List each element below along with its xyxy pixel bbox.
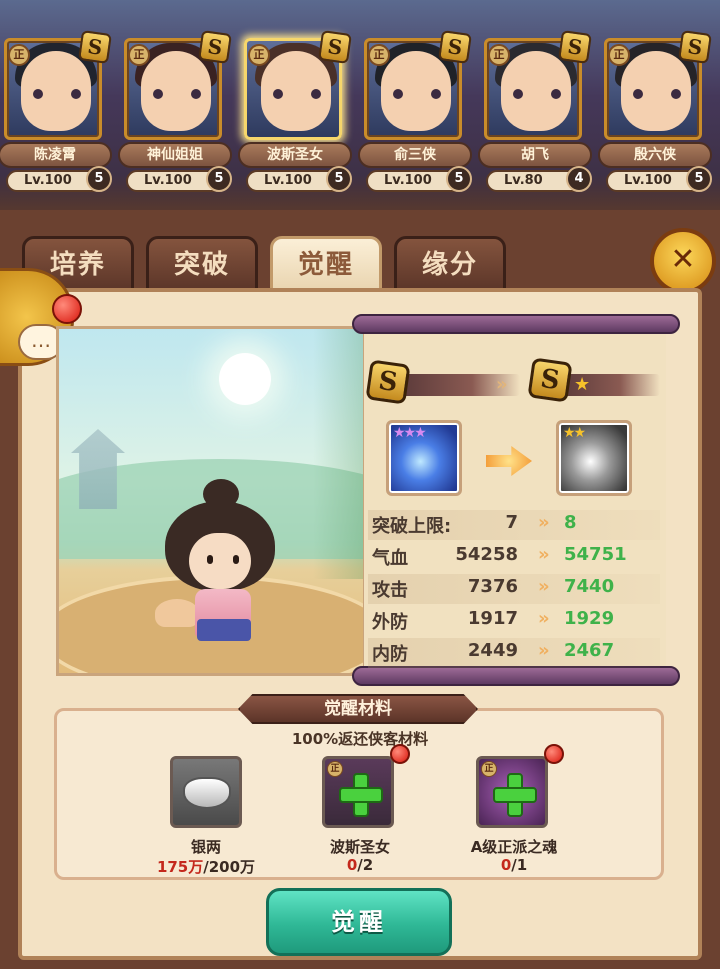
hero-star-count: 5 — [686, 166, 712, 192]
stat-next: 1929 — [564, 608, 615, 629]
plus-icon — [493, 773, 537, 817]
stat-next: 54751 — [564, 544, 627, 565]
hero-name: 神仙姐姐 — [118, 142, 232, 168]
stat-next: 8 — [564, 512, 577, 533]
grade-before-icon: S — [365, 359, 411, 405]
stat-current: 7376 — [467, 576, 518, 597]
faction-badge: 正 — [608, 44, 630, 66]
stat-label: 气血 — [372, 548, 408, 569]
stat-label: 内防 — [372, 644, 408, 665]
hero-star-count: 5 — [206, 166, 232, 192]
materials-subtitle: 100%返还侠客材料 — [291, 730, 429, 748]
stat-current: 1917 — [467, 608, 518, 629]
grade-s-icon: S — [558, 30, 592, 64]
grade-s-icon: S — [198, 30, 232, 64]
grade-after-icon: S — [527, 357, 573, 403]
faction-badge: 正 — [368, 44, 390, 66]
material-need: /2 — [357, 856, 374, 874]
skill-stars: ★★ — [563, 425, 586, 441]
character-model — [155, 479, 279, 649]
awaken-button[interactable]: 觉醒 — [266, 888, 452, 956]
grade-s-icon: S — [78, 30, 112, 64]
skill-before-icon[interactable]: ★★★ — [386, 420, 462, 496]
hero-card[interactable]: 正 S 陈凌霄 Lv.100 5 — [0, 30, 112, 198]
hero-card-selected[interactable]: 正 S 波斯圣女 Lv.100 5 — [238, 30, 352, 198]
star-icon: ★ — [574, 374, 591, 395]
chevron-icon: » — [538, 544, 550, 565]
hero-card[interactable]: 正 S 俞三侠 Lv.100 5 — [358, 30, 472, 198]
material-have: 0 — [346, 856, 358, 874]
materials-title: 觉醒材料 — [238, 694, 478, 724]
hero-star-count: 5 — [86, 166, 112, 192]
stat-label: 攻击 — [372, 580, 408, 601]
tab-fate[interactable]: 缘分 — [394, 236, 506, 294]
notification-dot — [52, 294, 82, 324]
plus-icon — [339, 773, 383, 817]
stat-next: 7440 — [564, 576, 615, 597]
stat-row-outer-defense: 外防 1917 » 1929 — [368, 606, 660, 636]
material-count: 0/1 — [434, 856, 594, 874]
hero-card[interactable]: 正 S 殷六侠 Lv.100 5 — [598, 30, 712, 198]
notification-dot — [390, 744, 410, 764]
chevron-icon: » — [538, 512, 550, 533]
chevron-icon: » — [538, 640, 550, 661]
notification-dot — [544, 744, 564, 764]
grade-s-icon: S — [678, 30, 712, 64]
close-icon: ✕ — [670, 242, 696, 277]
chevron-icon: » — [538, 576, 550, 597]
tab-awaken[interactable]: 觉醒 — [270, 236, 382, 294]
faction-badge: 正 — [8, 44, 30, 66]
character-scene — [56, 326, 366, 676]
sun — [219, 353, 271, 405]
silver-ingot-icon — [183, 777, 231, 809]
chevron-icon: » — [496, 374, 508, 395]
material-count: 0/2 — [280, 856, 440, 874]
close-button[interactable]: ✕ — [650, 228, 716, 294]
stat-row-inner-defense: 内防 2449 » 2467 — [368, 638, 660, 668]
hero-fragment-material[interactable]: 正 — [322, 756, 394, 828]
grade-s-icon: S — [318, 30, 352, 64]
material-name: A级正派之魂 — [470, 838, 558, 856]
silver-material[interactable] — [170, 756, 242, 828]
scroll-rod-bottom — [352, 666, 680, 686]
chevron-icon: » — [538, 608, 550, 629]
stat-label: 外防 — [372, 612, 408, 633]
soul-material[interactable]: 正 — [476, 756, 548, 828]
stat-label: 突破上限: — [372, 516, 452, 537]
scroll-rod-top — [352, 314, 680, 334]
hero-name: 波斯圣女 — [238, 142, 352, 168]
grade-s-icon: S — [438, 30, 472, 64]
faction-badge: 正 — [248, 44, 270, 66]
hero-name: 胡飞 — [478, 142, 592, 168]
faction-badge: 正 — [128, 44, 150, 66]
material-name: 波斯圣女 — [329, 838, 390, 856]
stat-row-breakthrough: 突破上限: 7 » 8 — [368, 510, 660, 540]
skill-after-icon[interactable]: ★★ — [556, 420, 632, 496]
hero-star-count: 5 — [326, 166, 352, 192]
material-name: 银两 — [190, 838, 221, 856]
stat-row-attack: 攻击 7376 » 7440 — [368, 574, 660, 604]
material-have: 0 — [500, 856, 512, 874]
hero-card[interactable]: 正 S 胡飞 Lv.80 4 — [478, 30, 592, 198]
hero-name: 陈凌霄 — [0, 142, 112, 168]
stat-current: 2449 — [467, 640, 518, 661]
hero-name: 俞三侠 — [358, 142, 472, 168]
stat-current: 7 — [505, 512, 518, 533]
tab-breakthrough[interactable]: 突破 — [146, 236, 258, 294]
hero-card[interactable]: 正 S 神仙姐姐 Lv.100 5 — [118, 30, 232, 198]
hero-name: 殷六侠 — [598, 142, 712, 168]
stat-next: 2467 — [564, 640, 615, 661]
material-count: 175万/200万 — [126, 856, 286, 877]
stat-current: 54258 — [455, 544, 518, 565]
material-need: /200万 — [203, 858, 256, 876]
material-need: /1 — [511, 856, 528, 874]
skill-stars: ★★★ — [393, 425, 427, 441]
hero-star-count: 5 — [446, 166, 472, 192]
bamboo — [313, 329, 363, 579]
hero-selector: 正 S 陈凌霄 Lv.100 5 正 S 神仙姐姐 Lv.100 5 正 S 波… — [0, 30, 720, 200]
stat-row-hp: 气血 54258 » 54751 — [368, 542, 660, 572]
faction-badge: 正 — [488, 44, 510, 66]
material-have: 175万 — [156, 858, 204, 876]
hero-star-count: 4 — [566, 166, 592, 192]
